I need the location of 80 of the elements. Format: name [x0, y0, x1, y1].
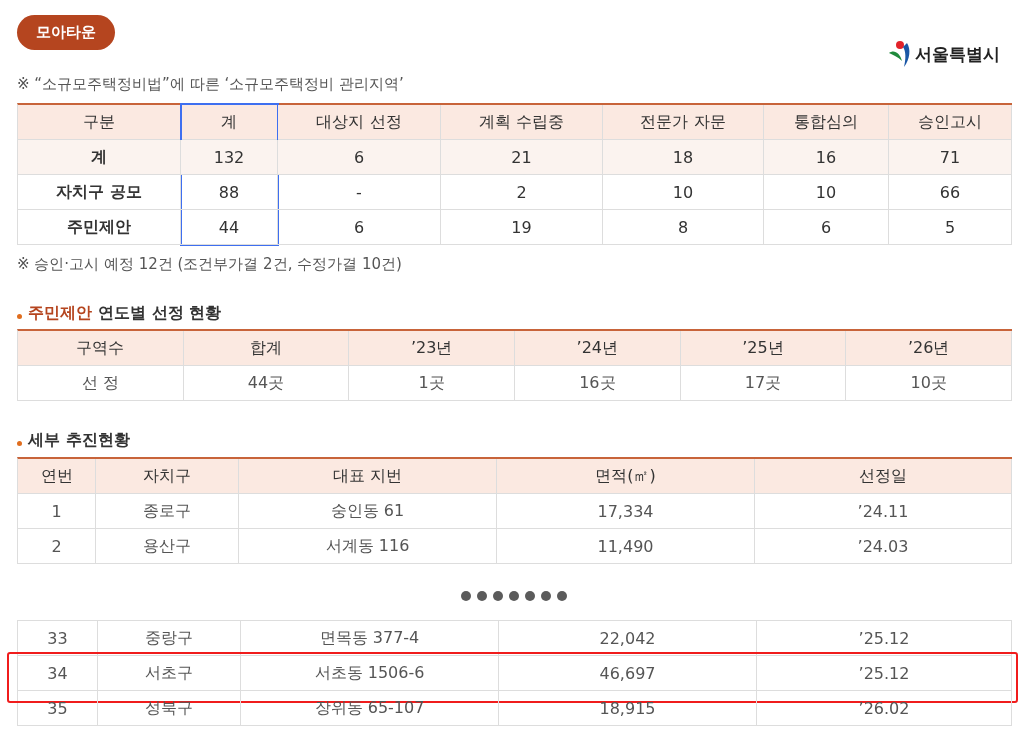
table-cell: 5: [889, 210, 1012, 245]
table-cell: 성북구: [98, 691, 241, 726]
table-cell: 선 정: [18, 366, 184, 401]
section-heading: 세부 추진현황: [28, 429, 130, 451]
table-cell: 서초구: [98, 656, 241, 691]
row-header: 주민제안: [18, 210, 181, 245]
table-cell: 용산구: [96, 529, 239, 564]
column-header: ’26년: [846, 331, 1012, 366]
table-cell: ’24.03: [755, 529, 1012, 564]
table-cell: 장위동 65-107: [241, 691, 499, 726]
column-header: 선정일: [755, 459, 1012, 494]
column-header: 합계: [183, 331, 350, 366]
table-cell: 8: [603, 210, 764, 245]
column-header: 연번: [18, 459, 96, 494]
table-cell: 22,042: [499, 621, 757, 656]
table-cell: 11,490: [497, 529, 755, 564]
column-header: 대상지 선정: [278, 105, 441, 140]
table-cell: 16: [764, 140, 889, 175]
row-header: 계: [18, 140, 181, 175]
table-cell: 종로구: [96, 494, 239, 529]
table-cell: 44곳: [183, 366, 350, 401]
table-cell: 16곳: [515, 366, 681, 401]
column-header: ’24년: [515, 331, 681, 366]
table-cell: 18,915: [499, 691, 757, 726]
column-header: 계: [181, 105, 278, 140]
table-cell: -: [278, 175, 441, 210]
table-cell: 6: [278, 210, 441, 245]
table-cell: 66: [889, 175, 1012, 210]
column-header: 계획 수립중: [441, 105, 603, 140]
section-heading-accent: 주민제안: [28, 302, 92, 324]
table-cell: 44: [181, 210, 278, 245]
column-header: 구분: [18, 105, 181, 140]
table-cell: 6: [278, 140, 441, 175]
city-logo-text: 서울특별시: [915, 42, 1000, 66]
table-cell: 10: [603, 175, 764, 210]
table-cell: 6: [764, 210, 889, 245]
note-text: ※ “소규모주택정비법”에 따른 ‘소규모주택정비 관리지역’: [17, 74, 405, 95]
table-cell: ’25.12: [757, 656, 1012, 691]
table-cell: ’24.11: [755, 494, 1012, 529]
column-header: 승인고시: [889, 105, 1012, 140]
table-cell: 18: [603, 140, 764, 175]
table-cell: 71: [889, 140, 1012, 175]
table-cell: 중랑구: [98, 621, 241, 656]
table-cell: 35: [18, 691, 98, 726]
row-header: 자치구 공모: [18, 175, 181, 210]
table-cell: 서계동 116: [239, 529, 497, 564]
table-cell: 서초동 1506-6: [241, 656, 499, 691]
table-cell: 1: [18, 494, 96, 529]
table-cell: 46,697: [499, 656, 757, 691]
table-cell: ’26.02: [757, 691, 1012, 726]
column-header: ’25년: [680, 331, 847, 366]
table-cell: 17곳: [680, 366, 847, 401]
table-cell: 17,334: [497, 494, 755, 529]
column-header: 구역수: [18, 331, 184, 366]
column-header: 대표 지번: [239, 459, 497, 494]
ellipsis-icon: [459, 590, 570, 602]
table-cell: 10: [764, 175, 889, 210]
column-header: 통합심의: [764, 105, 889, 140]
table-cell: 88: [181, 175, 278, 210]
table-cell: 132: [181, 140, 278, 175]
bullet-icon: [17, 313, 22, 319]
table-cell: 면목동 377-4: [241, 621, 499, 656]
table-cell: 10곳: [846, 366, 1012, 401]
table-cell: 2: [441, 175, 603, 210]
table-cell: 1곳: [349, 366, 515, 401]
column-header: ’23년: [349, 331, 515, 366]
note-text: ※ 승인·고시 예정 12건 (조건부가결 2건, 수정가결 10건): [17, 254, 403, 275]
table-cell: 34: [18, 656, 98, 691]
section-heading: 연도별 선정 현황: [98, 302, 222, 324]
table-cell: 21: [441, 140, 603, 175]
table-cell: ’25.12: [757, 621, 1012, 656]
table-cell: 2: [18, 529, 96, 564]
table-cell: 33: [18, 621, 98, 656]
column-header: 면적(㎡): [497, 459, 755, 494]
column-header: 자치구: [96, 459, 239, 494]
table-cell: 숭인동 61: [239, 494, 497, 529]
column-header: 전문가 자문: [603, 105, 764, 140]
table-cell: 19: [441, 210, 603, 245]
bullet-icon: [17, 440, 22, 446]
category-badge: 모아타운: [17, 15, 115, 50]
